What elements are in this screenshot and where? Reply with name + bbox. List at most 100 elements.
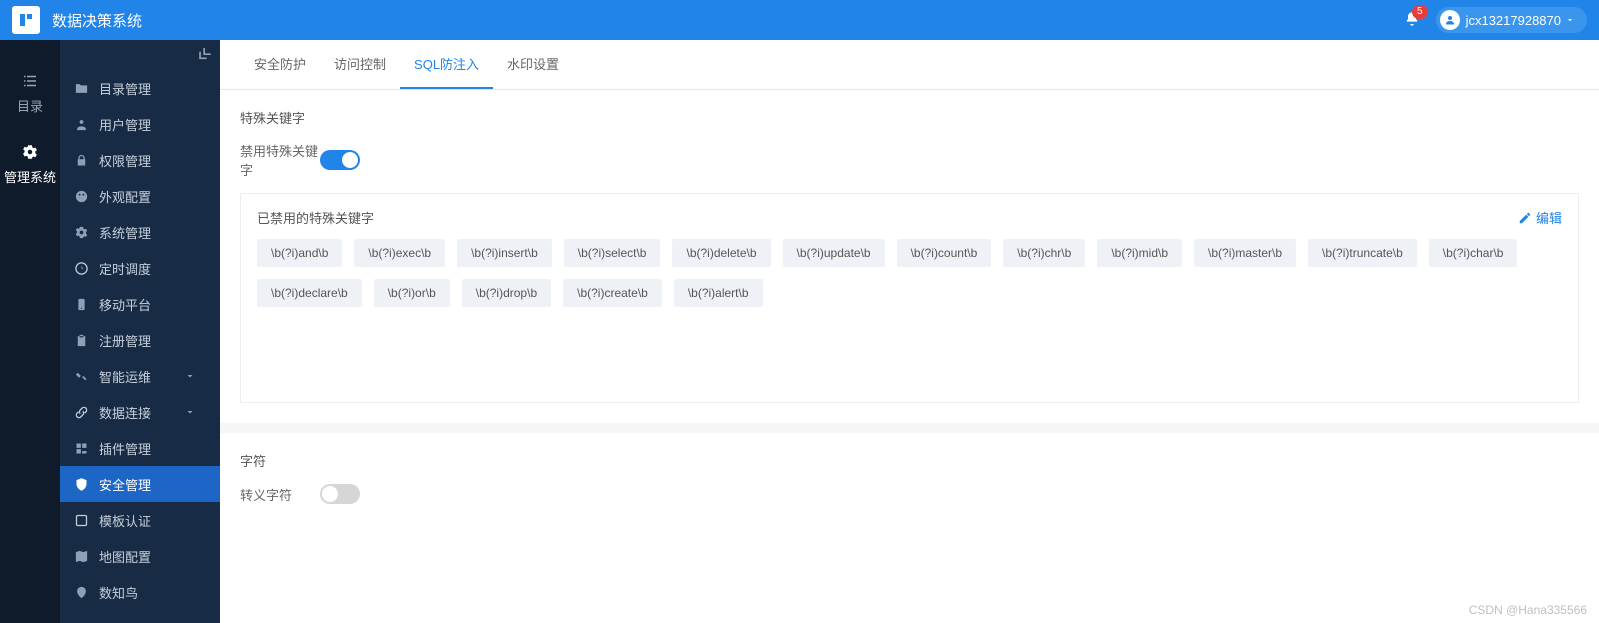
section-title: 特殊关键字: [240, 108, 1579, 127]
gear-icon: [74, 225, 89, 240]
keyword-tag: \b(?i)alert\b: [674, 279, 763, 307]
keyword-tag: \b(?i)mid\b: [1097, 239, 1182, 267]
rail-item-label: 目录: [17, 96, 43, 115]
app-title: 数据决策系统: [52, 10, 142, 31]
folder-icon: [74, 81, 89, 96]
plugin-icon: [74, 441, 89, 456]
toggle-label: 转义字符: [240, 485, 320, 504]
sidebar-item-4[interactable]: 系统管理: [60, 214, 220, 250]
app-logo: [12, 6, 40, 34]
user-icon: [74, 117, 89, 132]
panel-title: 已禁用的特殊关键字: [257, 208, 374, 227]
edit-button[interactable]: 编辑: [1518, 208, 1562, 227]
sidebar-item-label: 注册管理: [99, 331, 151, 350]
shield-icon: [74, 477, 89, 492]
sidebar: 目录管理用户管理权限管理外观配置系统管理定时调度移动平台注册管理智能运维数据连接…: [60, 40, 220, 623]
keyword-tag: \b(?i)delete\b: [672, 239, 770, 267]
keyword-tag: \b(?i)exec\b: [354, 239, 445, 267]
sidebar-item-10[interactable]: 插件管理: [60, 430, 220, 466]
sidebar-item-8[interactable]: 智能运维: [60, 358, 220, 394]
content-area: 安全防护访问控制SQL防注入水印设置 特殊关键字 禁用特殊关键字 已禁用的特殊关…: [220, 40, 1599, 623]
sidebar-item-label: 模板认证: [99, 511, 151, 530]
watermark: CSDN @Hana335566: [1469, 603, 1587, 617]
keyword-tag: \b(?i)truncate\b: [1308, 239, 1417, 267]
section-title: 字符: [240, 451, 1579, 470]
escape-chars-toggle[interactable]: [320, 484, 360, 504]
palette-icon: [74, 189, 89, 204]
keyword-tag: \b(?i)and\b: [257, 239, 342, 267]
clock-icon: [74, 261, 89, 276]
keyword-tag: \b(?i)count\b: [897, 239, 992, 267]
sidebar-item-13[interactable]: 地图配置: [60, 538, 220, 574]
tab-1[interactable]: 访问控制: [320, 40, 400, 89]
sidebar-item-label: 插件管理: [99, 439, 151, 458]
sidebar-item-label: 地图配置: [99, 547, 151, 566]
sidebar-item-label: 系统管理: [99, 223, 151, 242]
keyword-tag: \b(?i)update\b: [783, 239, 885, 267]
sidebar-item-label: 外观配置: [99, 187, 151, 206]
sidebar-item-label: 数知鸟: [99, 583, 138, 602]
keyword-tag: \b(?i)chr\b: [1003, 239, 1085, 267]
keyword-tag: \b(?i)select\b: [564, 239, 661, 267]
sidebar-item-6[interactable]: 移动平台: [60, 286, 220, 322]
sidebar-item-7[interactable]: 注册管理: [60, 322, 220, 358]
tab-2[interactable]: SQL防注入: [400, 40, 493, 89]
sidebar-item-3[interactable]: 外观配置: [60, 178, 220, 214]
chevron-down-icon: [184, 406, 196, 418]
tools-icon: [74, 369, 89, 384]
keyword-tag-list: \b(?i)and\b\b(?i)exec\b\b(?i)insert\b\b(…: [257, 239, 1562, 307]
sidebar-item-9[interactable]: 数据连接: [60, 394, 220, 430]
lock-icon: [74, 153, 89, 168]
clipboard-icon: [74, 333, 89, 348]
sidebar-item-5[interactable]: 定时调度: [60, 250, 220, 286]
sidebar-item-label: 权限管理: [99, 151, 151, 170]
user-menu[interactable]: jcx13217928870: [1436, 7, 1587, 33]
keyword-tag: \b(?i)drop\b: [462, 279, 551, 307]
tab-bar: 安全防护访问控制SQL防注入水印设置: [220, 40, 1599, 90]
sidebar-item-label: 定时调度: [99, 259, 151, 278]
tab-0[interactable]: 安全防护: [240, 40, 320, 89]
section-chars: 字符 转义字符: [220, 433, 1599, 518]
section-divider: [220, 423, 1599, 433]
sidebar-item-label: 智能运维: [99, 367, 151, 386]
mobile-icon: [74, 297, 89, 312]
keyword-tag: \b(?i)master\b: [1194, 239, 1296, 267]
edit-label: 编辑: [1536, 208, 1562, 227]
keyword-tag: \b(?i)or\b: [374, 279, 450, 307]
sidebar-item-0[interactable]: 目录管理: [60, 70, 220, 106]
sidebar-item-label: 安全管理: [99, 475, 151, 494]
sidebar-item-label: 数据连接: [99, 403, 151, 422]
sidebar-item-11[interactable]: 安全管理: [60, 466, 220, 502]
sidebar-item-label: 移动平台: [99, 295, 151, 314]
keyword-tag: \b(?i)char\b: [1429, 239, 1518, 267]
notification-bell[interactable]: 5: [1404, 11, 1420, 30]
keyword-tag: \b(?i)declare\b: [257, 279, 362, 307]
toggle-label: 禁用特殊关键字: [240, 141, 320, 179]
chevron-down-icon: [184, 370, 196, 382]
tab-3[interactable]: 水印设置: [493, 40, 573, 89]
nav-rail: 目录 管理系统: [0, 40, 60, 623]
disabled-keywords-panel: 已禁用的特殊关键字 编辑 \b(?i)and\b \b(?i)exec\b \b(?…: [240, 193, 1579, 403]
bird-icon: [74, 585, 89, 600]
username-label: jcx13217928870: [1466, 13, 1561, 28]
chevron-down-icon: [1565, 15, 1575, 25]
rail-item-catalog[interactable]: 目录: [0, 58, 60, 129]
section-keywords: 特殊关键字 禁用特殊关键字: [220, 90, 1599, 193]
map-icon: [74, 549, 89, 564]
disable-keywords-toggle[interactable]: [320, 150, 360, 170]
template-icon: [74, 513, 89, 528]
sidebar-collapse-button[interactable]: [198, 48, 212, 65]
rail-item-label: 管理系统: [4, 167, 56, 186]
rail-item-admin[interactable]: 管理系统: [0, 129, 60, 200]
sidebar-item-12[interactable]: 模板认证: [60, 502, 220, 538]
sidebar-item-label: 用户管理: [99, 115, 151, 134]
link-icon: [74, 405, 89, 420]
sidebar-item-2[interactable]: 权限管理: [60, 142, 220, 178]
sidebar-item-14[interactable]: 数知鸟: [60, 574, 220, 610]
topbar: 数据决策系统 5 jcx13217928870: [0, 0, 1599, 40]
keyword-tag: \b(?i)insert\b: [457, 239, 552, 267]
notification-badge: 5: [1412, 5, 1428, 19]
sidebar-item-1[interactable]: 用户管理: [60, 106, 220, 142]
avatar-icon: [1440, 10, 1460, 30]
sidebar-item-label: 目录管理: [99, 79, 151, 98]
